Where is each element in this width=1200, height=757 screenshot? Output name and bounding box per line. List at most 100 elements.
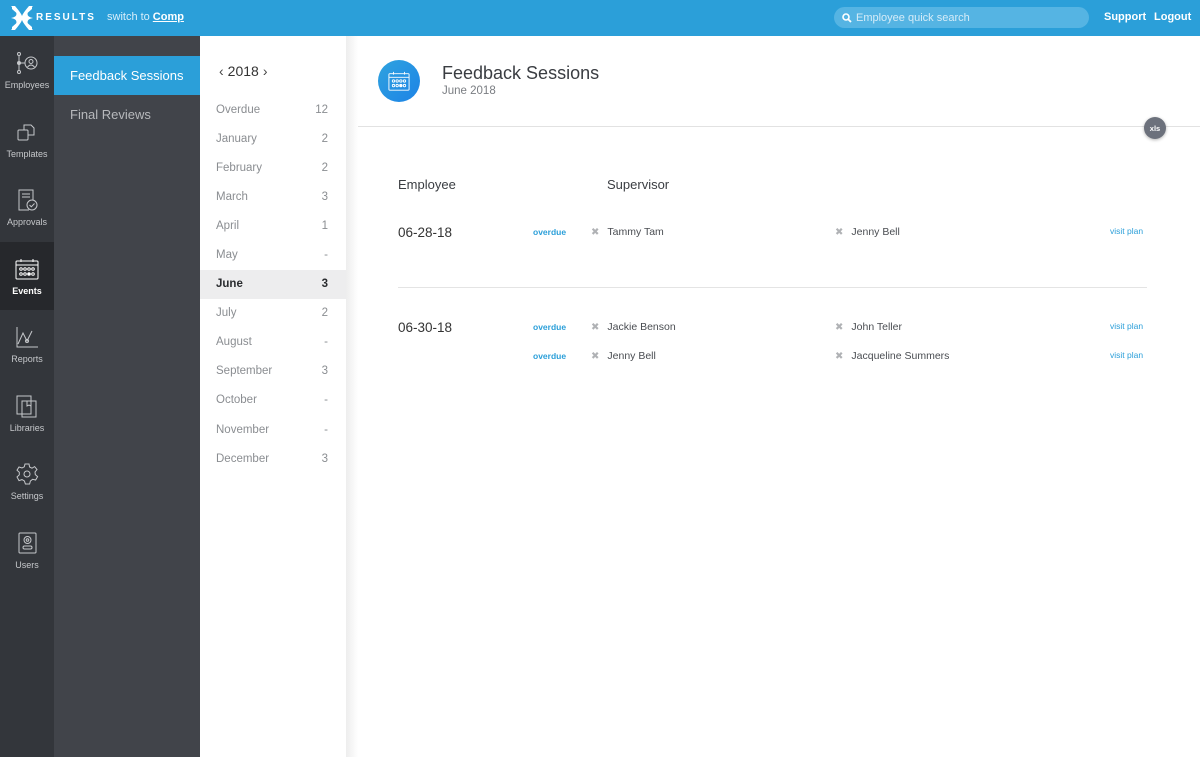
next-year-chevron-icon[interactable]: › [263, 63, 268, 79]
export-xls-button[interactable]: xls [1144, 117, 1166, 139]
month-label: April [216, 219, 240, 232]
month-count: 3 [321, 278, 328, 291]
column-header-supervisor: Supervisor [607, 177, 670, 192]
month-label: May [216, 249, 238, 262]
month-count: - [324, 249, 328, 262]
rail-item-reports[interactable]: Reports [0, 310, 54, 379]
rail-label: Reports [11, 354, 43, 365]
month-label: November [216, 423, 270, 436]
year-label: 2018 [227, 63, 259, 79]
month-item-overdue[interactable]: Overdue 12 [200, 95, 346, 124]
month-item-may[interactable]: May - [200, 240, 346, 269]
remove-icon[interactable]: ✖ [591, 351, 599, 362]
employee-cell: ✖ Tammy Tam [591, 226, 664, 238]
support-link[interactable]: Support [1104, 11, 1146, 23]
remove-icon[interactable]: ✖ [835, 227, 843, 238]
month-label: October [216, 394, 257, 407]
rail-label: Users [15, 559, 39, 570]
month-item-june[interactable]: June 3 [200, 269, 346, 299]
month-filter-panel: ‹ 2018 › Overdue 12 January 2 February 2 March… [200, 36, 346, 757]
month-count: - [324, 336, 328, 349]
supervisor-name: Jenny Bell [851, 226, 900, 238]
month-item-august[interactable]: August - [200, 328, 346, 357]
page-subtitle: June 2018 [442, 85, 496, 97]
line-chart-icon [16, 327, 38, 348]
logout-link[interactable]: Logout [1154, 11, 1191, 23]
remove-icon[interactable]: ✖ [591, 227, 599, 238]
templates-icon [17, 124, 35, 141]
rail-label: Employees [4, 80, 50, 91]
results-logo-icon[interactable] [10, 5, 34, 31]
supervisor-name: Jacqueline Summers [851, 350, 950, 362]
visit-plan-link[interactable]: visit plan [1110, 350, 1143, 360]
remove-icon[interactable]: ✖ [835, 351, 843, 362]
rail-item-employees[interactable]: Employees [0, 36, 54, 105]
year-selector: ‹ 2018 › [219, 63, 268, 79]
month-item-march[interactable]: March 3 [200, 182, 346, 211]
rail-item-users[interactable]: Users [0, 516, 54, 585]
rail-item-events[interactable]: Events [0, 241, 54, 310]
visit-plan-link[interactable]: visit plan [1110, 321, 1143, 331]
month-label: Overdue [216, 103, 261, 116]
rail-label: Templates [6, 148, 48, 159]
month-label: February [216, 161, 263, 174]
calendar-icon [388, 71, 410, 91]
library-icon [16, 395, 37, 418]
rail-item-templates[interactable]: Templates [0, 105, 54, 174]
employee-search-input[interactable] [856, 11, 1076, 24]
remove-icon[interactable]: ✖ [591, 322, 599, 333]
previous-year-chevron-icon[interactable]: ‹ [219, 63, 224, 79]
supervisor-cell: ✖ John Teller [835, 321, 902, 333]
events-subnav: Feedback Sessions Final Reviews [54, 36, 200, 757]
main-content: Feedback Sessions June 2018 xls Employee… [358, 36, 1200, 757]
rail-item-approvals[interactable]: Approvals [0, 173, 54, 242]
overdue-badge[interactable]: overdue [533, 322, 566, 332]
month-label: March [216, 190, 248, 203]
subnav-item-final-reviews[interactable]: Final Reviews [54, 95, 200, 134]
month-label: January [216, 132, 257, 145]
month-item-april[interactable]: April 1 [200, 211, 346, 240]
org-chart-icon [17, 52, 38, 75]
switch-to-comp-link[interactable]: Comp [153, 11, 184, 23]
calendar-icon [15, 258, 39, 280]
month-item-december[interactable]: December 3 [200, 444, 346, 473]
employee-name: Jackie Benson [607, 321, 676, 333]
month-label: December [216, 452, 270, 465]
page-title: Feedback Sessions [442, 63, 600, 83]
subnav-item-feedback-sessions[interactable]: Feedback Sessions [54, 56, 200, 95]
gear-icon [16, 463, 39, 485]
employee-search[interactable] [834, 7, 1089, 28]
visit-plan-link[interactable]: visit plan [1110, 226, 1143, 236]
month-label: September [216, 365, 273, 378]
rail-label: Approvals [6, 217, 48, 228]
month-count: 2 [321, 307, 328, 320]
overdue-badge[interactable]: overdue [533, 351, 566, 361]
user-badge-icon [18, 532, 37, 554]
month-item-november[interactable]: November - [200, 415, 346, 444]
rail-item-libraries[interactable]: Libraries [0, 379, 54, 448]
month-count: 1 [321, 219, 328, 232]
month-label: August [216, 336, 252, 349]
month-item-july[interactable]: July 2 [200, 299, 346, 328]
month-count: 12 [315, 103, 328, 116]
overdue-badge[interactable]: overdue [533, 227, 566, 237]
month-item-february[interactable]: February 2 [200, 153, 346, 182]
panel-divider [346, 36, 358, 757]
rail-label: Settings [10, 491, 44, 502]
approvals-icon [18, 189, 38, 211]
search-icon [842, 12, 852, 23]
employee-name: Jenny Bell [607, 350, 656, 362]
month-count: - [324, 423, 328, 436]
rail-label: Events [12, 285, 42, 296]
supervisor-name: John Teller [851, 321, 902, 333]
month-item-january[interactable]: January 2 [200, 124, 346, 153]
switch-prefix: switch to [107, 11, 150, 23]
month-item-october[interactable]: October - [200, 386, 346, 415]
supervisor-cell: ✖ Jenny Bell [835, 226, 900, 238]
session-date: 06-30-18 [398, 320, 453, 335]
rail-item-settings[interactable]: Settings [0, 447, 54, 516]
employee-name: Tammy Tam [607, 226, 664, 238]
month-item-september[interactable]: September 3 [200, 357, 346, 386]
remove-icon[interactable]: ✖ [835, 322, 843, 333]
month-count: 3 [321, 452, 328, 465]
